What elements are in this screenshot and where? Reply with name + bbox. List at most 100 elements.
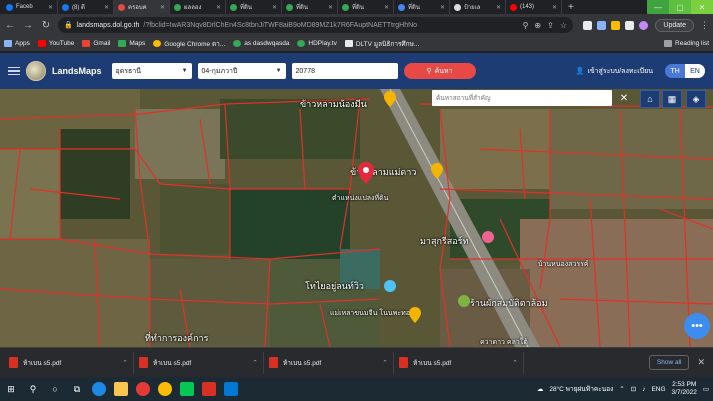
bookmark-chrome[interactable]: Google Chrome ดา...	[153, 39, 225, 49]
edge-icon[interactable]	[92, 382, 106, 396]
bookmark-star-icon[interactable]: ☆	[560, 21, 567, 30]
weather-text[interactable]: 28°C พายุฝนฟ้าคะนอง	[549, 384, 613, 394]
close-tab-icon[interactable]: ✕	[104, 4, 109, 11]
menu-icon[interactable]	[8, 66, 20, 76]
maximize-icon[interactable]: ▢	[669, 0, 691, 14]
share-icon[interactable]: ⇪	[547, 21, 554, 30]
poi-pin-icon[interactable]	[482, 230, 494, 244]
windows-start-icon[interactable]: ⊞	[4, 382, 18, 396]
mail-icon[interactable]	[224, 382, 238, 396]
profile-avatar-icon[interactable]	[639, 20, 648, 30]
new-tab-plus-icon[interactable]: +	[562, 2, 580, 13]
reload-icon[interactable]: ↻	[40, 20, 52, 31]
download-item[interactable]: ห้าเบน s5.pdf ⌃	[4, 351, 134, 374]
close-tab-icon[interactable]: ✕	[328, 4, 333, 11]
pdf-reader-icon[interactable]	[202, 382, 216, 396]
browser-tab[interactable]: ที่ดิน ✕	[282, 0, 338, 14]
reading-list[interactable]: Reading list	[664, 40, 709, 47]
chevron-up-icon[interactable]: ⌃	[252, 359, 258, 367]
place-search-input[interactable]: ค้นหาสถานที่สำคัญ	[432, 90, 612, 106]
input-language[interactable]: ENG	[651, 386, 665, 393]
browser-tab[interactable]: ที่ดิน ✕	[394, 0, 450, 14]
close-tab-icon[interactable]: ✕	[160, 4, 165, 11]
bookmark-dasdwqasda[interactable]: as dasdwqasda	[233, 40, 289, 47]
browser-tab[interactable]: Faceb ✕	[2, 0, 58, 14]
lang-en-button[interactable]: EN	[685, 64, 705, 78]
grid-icon[interactable]: ▦	[662, 90, 682, 108]
chevron-up-icon[interactable]: ⌃	[122, 359, 128, 367]
parcel-number-input[interactable]: 20778	[291, 63, 398, 79]
extension-icon[interactable]	[625, 20, 634, 30]
browser-tab[interactable]: ผลลอง ✕	[170, 0, 226, 14]
close-tab-icon[interactable]: ✕	[384, 4, 389, 11]
browser-tab[interactable]: ป้ายเล ✕	[450, 0, 506, 14]
network-icon[interactable]: ⊡	[631, 385, 636, 393]
location-icon[interactable]: ⚲	[523, 21, 529, 30]
close-window-icon[interactable]: ✕	[691, 0, 713, 14]
poi-pin-icon[interactable]	[409, 307, 421, 323]
search-icon[interactable]: ⚲	[26, 382, 40, 396]
close-icon[interactable]: ✕	[617, 91, 631, 105]
minimize-icon[interactable]: —	[647, 0, 669, 14]
browser-tab[interactable]: ที่ดิน ✕	[226, 0, 282, 14]
search-button[interactable]: ⚲ ค้นหา	[403, 63, 476, 79]
tray-chevron-icon[interactable]: ⌃	[619, 385, 624, 393]
poi-pin-icon[interactable]	[384, 279, 396, 293]
back-arrow-icon[interactable]: ←	[4, 20, 16, 31]
extension-icon[interactable]	[583, 20, 592, 30]
chrome-icon[interactable]	[158, 382, 172, 396]
bookmark-dltv[interactable]: DLTV มูลนิธิการศึกษ...	[344, 39, 419, 49]
browser-tab-active[interactable]: ครอบค ✕	[114, 0, 170, 14]
poi-pin-icon[interactable]	[384, 91, 396, 107]
cortana-icon[interactable]: ○	[48, 382, 62, 396]
bookmark-gmail[interactable]: Gmail	[82, 40, 110, 47]
poi-pin-icon[interactable]	[458, 294, 470, 308]
bookmark-label: HDPlay.tv	[308, 40, 337, 47]
bookmark-youtube[interactable]: YouTube	[37, 40, 74, 47]
close-tab-icon[interactable]: ✕	[552, 4, 557, 11]
tab-favicon-icon	[510, 3, 517, 11]
download-item[interactable]: ห้าเบน s5.pdf ⌃	[264, 351, 394, 374]
close-downloads-icon[interactable]: ✕	[697, 357, 705, 368]
district-select[interactable]: 04-กุมภวาปี ▼	[197, 63, 286, 79]
parcel-location-pin-icon[interactable]	[358, 162, 374, 184]
browser-tab[interactable]: ที่ดิน ✕	[338, 0, 394, 14]
zoom-icon[interactable]: ⊕	[534, 21, 541, 30]
more-options-fab-icon[interactable]: •••	[684, 313, 710, 339]
login-link[interactable]: 👤 เข้าสู่ระบบ/ลงทะเบียน	[576, 66, 653, 77]
browser-tab[interactable]: (143) ✕	[506, 0, 562, 14]
chevron-up-icon[interactable]: ⌃	[512, 359, 518, 367]
chevron-up-icon[interactable]: ⌃	[382, 359, 388, 367]
show-all-button[interactable]: Show all	[648, 355, 690, 370]
poi-pin-icon[interactable]	[431, 163, 443, 179]
satellite-map[interactable]: ข้าวหลามน้องมีน ข้าวหลามแม่ดาว ตำแหน่งแป…	[0, 89, 713, 347]
browser-tab[interactable]: (8) ดี ✕	[58, 0, 114, 14]
forward-arrow-icon[interactable]: →	[22, 20, 34, 31]
extension-icon[interactable]	[611, 20, 620, 30]
volume-icon[interactable]: ♪	[642, 386, 645, 393]
update-button[interactable]: Update	[655, 18, 694, 32]
line-icon[interactable]	[180, 382, 194, 396]
clock[interactable]: 2:53 PM 3/7/2022	[672, 381, 697, 397]
home-icon[interactable]: ⌂	[640, 90, 660, 108]
close-tab-icon[interactable]: ✕	[216, 4, 221, 11]
close-tab-icon[interactable]: ✕	[48, 4, 53, 11]
task-view-icon[interactable]: ⧉	[70, 382, 84, 396]
lang-th-button[interactable]: TH	[665, 64, 685, 78]
address-bar[interactable]: 🔒 landsmaps.dol.go.th/?fbclid=IwAR3Nqv8D…	[58, 17, 573, 33]
close-tab-icon[interactable]: ✕	[440, 4, 445, 11]
bookmark-hdplay[interactable]: HDPlay.tv	[297, 40, 337, 47]
bookmark-maps[interactable]: Maps	[118, 40, 145, 47]
notification-icon[interactable]: ▭	[703, 385, 709, 393]
file-explorer-icon[interactable]	[114, 382, 128, 396]
more-menu-icon[interactable]: ⋮	[700, 20, 709, 31]
extension-icon[interactable]	[597, 20, 606, 30]
close-tab-icon[interactable]: ✕	[496, 4, 501, 11]
download-item[interactable]: ห้าเบน s5.pdf ⌃	[394, 351, 524, 374]
close-tab-icon[interactable]: ✕	[272, 4, 277, 11]
province-select[interactable]: อุดรธานี ▼	[111, 63, 192, 79]
bookmark-apps[interactable]: Apps	[4, 40, 30, 47]
layers-icon[interactable]: ◈	[686, 90, 706, 108]
opera-icon[interactable]	[136, 382, 150, 396]
download-item[interactable]: ห้าเบน s5.pdf ⌃	[134, 351, 264, 374]
